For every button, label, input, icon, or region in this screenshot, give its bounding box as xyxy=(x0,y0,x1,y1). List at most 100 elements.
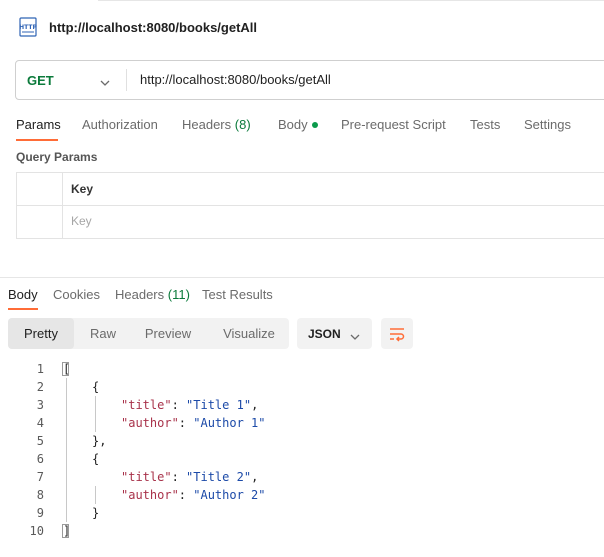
method-select[interactable]: GET xyxy=(16,61,126,99)
json-punctuation: }, xyxy=(92,434,107,448)
active-tab-indicator xyxy=(8,308,38,310)
indent-guide xyxy=(66,378,67,522)
code-text: "author": "Author 2" xyxy=(121,486,266,504)
row-divider xyxy=(17,205,604,206)
code-line: 5}, xyxy=(0,432,604,450)
svg-text:HTTP: HTTP xyxy=(19,24,37,31)
json-punctuation: : xyxy=(171,470,187,484)
body-indicator-dot xyxy=(311,122,318,128)
line-number: 9 xyxy=(36,506,44,520)
code-line: 4 "author": "Author 1" xyxy=(0,414,604,432)
line-number: 3 xyxy=(36,398,44,412)
code-text: { xyxy=(92,450,99,468)
column-divider xyxy=(62,173,63,239)
view-preview-button[interactable]: Preview xyxy=(132,318,204,349)
request-title[interactable]: http://localhost:8080/books/getAll xyxy=(49,20,257,35)
line-number: 10 xyxy=(29,524,44,538)
json-punctuation: } xyxy=(92,506,100,520)
response-tab-headers-label: Headers xyxy=(115,287,165,302)
chevron-down-icon xyxy=(350,329,360,340)
view-raw-button[interactable]: Raw xyxy=(78,318,128,349)
code-line: 2{ xyxy=(0,378,604,396)
json-key: "author" xyxy=(121,416,179,430)
wrap-lines-button[interactable] xyxy=(381,318,413,349)
code-text: }, xyxy=(92,432,106,450)
code-line: 10] xyxy=(0,522,604,540)
json-punctuation: , xyxy=(251,470,259,484)
json-key: "author" xyxy=(121,488,179,502)
view-pretty-button[interactable]: Pretty xyxy=(8,318,74,349)
url-bar: GET http://localhost:8080/books/getAll xyxy=(15,60,604,100)
response-divider[interactable] xyxy=(0,277,604,278)
key-input[interactable]: Key xyxy=(71,214,92,228)
active-tab-indicator xyxy=(16,139,58,141)
tab-prerequest-script[interactable]: Pre-request Script xyxy=(341,117,446,132)
bracket-match-highlight xyxy=(62,362,69,376)
tab-authorization[interactable]: Authorization xyxy=(82,117,158,132)
format-select[interactable]: JSON xyxy=(297,318,372,349)
json-punctuation: { xyxy=(92,380,100,394)
method-label: GET xyxy=(27,73,54,88)
bracket-match-highlight xyxy=(62,524,69,538)
response-headers-count: (11) xyxy=(167,287,190,302)
response-code-view[interactable]: 1[2{3 "title": "Title 1", 4 "author": "Auth… xyxy=(0,360,604,550)
json-key: "title" xyxy=(121,398,172,412)
tab-headers[interactable]: Headers (8) xyxy=(182,117,251,132)
code-text: "title": "Title 2", xyxy=(121,468,258,486)
json-punctuation: : xyxy=(171,398,187,412)
tab-settings[interactable]: Settings xyxy=(524,117,571,132)
code-line: 7 "title": "Title 2", xyxy=(0,468,604,486)
json-string: "Title 2" xyxy=(186,470,252,484)
line-number: 4 xyxy=(36,416,44,430)
line-number: 7 xyxy=(36,470,44,484)
code-text: { xyxy=(92,378,99,396)
tab-body[interactable]: Body xyxy=(278,117,318,132)
request-tabs: Params Authorization Headers (8) Body Pr… xyxy=(0,112,604,142)
json-punctuation: , xyxy=(251,398,259,412)
view-mode-group: Pretty Raw Preview Visualize xyxy=(8,318,289,349)
line-number: 5 xyxy=(36,434,44,448)
code-line: 1[ xyxy=(0,360,604,378)
code-text: "title": "Title 1", xyxy=(121,396,258,414)
top-border xyxy=(98,0,604,5)
wrap-lines-icon xyxy=(388,325,406,343)
line-number: 8 xyxy=(36,488,44,502)
line-number: 2 xyxy=(36,380,44,394)
code-line: 8 "author": "Author 2" xyxy=(0,486,604,504)
http-file-icon: HTTP xyxy=(17,17,41,39)
code-text: "author": "Author 1" xyxy=(121,414,266,432)
code-line: 6{ xyxy=(0,450,604,468)
request-title-bar: HTTP http://localhost:8080/books/getAll xyxy=(0,0,604,57)
json-punctuation: : xyxy=(178,488,194,502)
tab-body-label: Body xyxy=(278,117,308,132)
line-number: 1 xyxy=(36,362,44,376)
line-number: 6 xyxy=(36,452,44,466)
chevron-down-icon xyxy=(100,75,110,86)
headers-count: (8) xyxy=(234,117,251,132)
key-column-header: Key xyxy=(71,182,94,196)
json-punctuation: : xyxy=(178,416,194,430)
query-params-title: Query Params xyxy=(16,150,98,164)
json-string: "Author 1" xyxy=(193,416,266,430)
tab-params[interactable]: Params xyxy=(16,117,61,132)
indent-guide xyxy=(95,396,96,432)
format-label: JSON xyxy=(308,327,341,341)
code-line: 9} xyxy=(0,504,604,522)
code-line: 3 "title": "Title 1", xyxy=(0,396,604,414)
view-visualize-button[interactable]: Visualize xyxy=(212,318,286,349)
json-string: "Title 1" xyxy=(186,398,252,412)
response-tab-body[interactable]: Body xyxy=(8,287,38,302)
tab-tests[interactable]: Tests xyxy=(470,117,500,132)
response-tabs: Body Cookies Headers (11) Test Results xyxy=(0,282,604,312)
url-divider xyxy=(126,69,127,91)
response-tab-headers[interactable]: Headers (11) xyxy=(115,287,190,302)
response-tab-cookies[interactable]: Cookies xyxy=(53,287,100,302)
tab-headers-label: Headers xyxy=(182,117,232,132)
url-input[interactable]: http://localhost:8080/books/getAll xyxy=(140,72,331,87)
json-key: "title" xyxy=(121,470,172,484)
json-punctuation: { xyxy=(92,452,100,466)
code-text: } xyxy=(92,504,99,522)
response-tab-test-results[interactable]: Test Results xyxy=(202,287,273,302)
json-string: "Author 2" xyxy=(193,488,266,502)
indent-guide xyxy=(95,486,96,504)
